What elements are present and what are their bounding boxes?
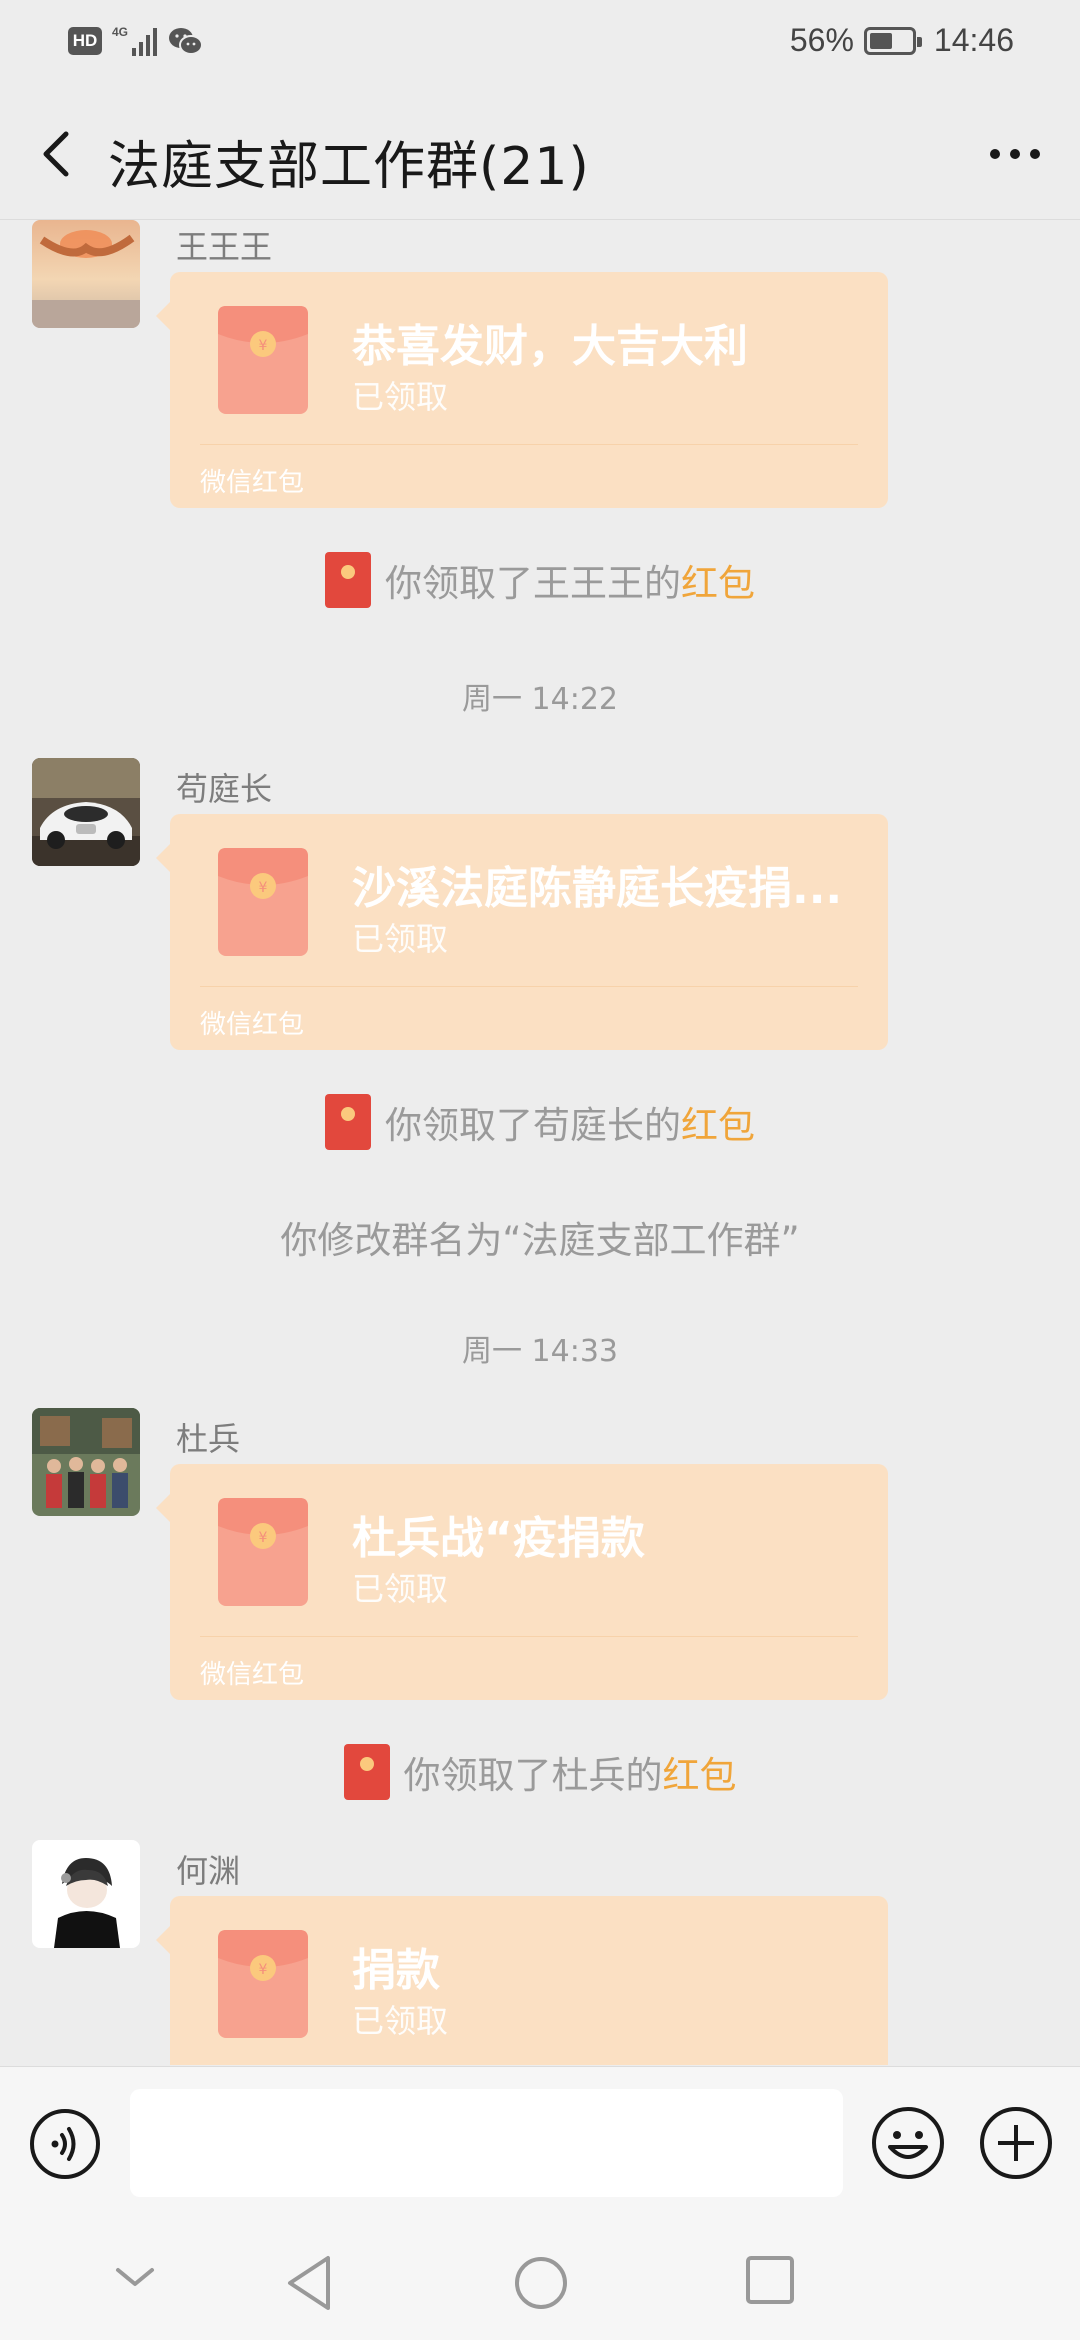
red-packet[interactable]: ¥ 沙溪法庭陈静庭长疫捐... 已领取 微信红包: [156, 814, 888, 1050]
emoji-icon[interactable]: [870, 2105, 946, 2181]
avatar[interactable]: [32, 220, 140, 328]
system-message: 你领取了杜兵的 红包: [0, 1744, 1080, 1800]
packet-label: 微信红包: [200, 1660, 305, 1690]
red-envelope-icon: ¥: [218, 306, 308, 414]
voice-icon[interactable]: [28, 2107, 102, 2181]
battery-percentage: 56%: [789, 22, 854, 58]
svg-text:¥: ¥: [259, 880, 268, 896]
packet-title: 恭喜发财，大吉大利: [352, 321, 748, 372]
svg-text:¥: ¥: [259, 1962, 268, 1978]
group-photo: [32, 1408, 140, 1516]
recents-square-icon[interactable]: [744, 2254, 796, 2306]
4g-signal-icon: 4G: [112, 25, 157, 56]
hd-badge: HD: [68, 27, 102, 55]
timestamp: 周一 14:33: [462, 1334, 618, 1369]
packet-divider: [200, 444, 858, 445]
system-text: 你领取了苟庭长的: [385, 1104, 681, 1147]
packet-status: 已领取: [352, 1570, 449, 1608]
wechat-icon: [169, 28, 203, 55]
red-packet-mini-icon: [325, 552, 371, 608]
red-packet[interactable]: ¥ 捐款 已领取: [156, 1896, 888, 2065]
sender-name: 苟庭长: [176, 770, 273, 808]
packet-title: 杜兵战“疫捐款: [352, 1513, 645, 1564]
red-packet-link[interactable]: 红包: [663, 1745, 737, 1799]
battery-icon: [863, 26, 922, 55]
svg-text:4G: 4G: [112, 25, 128, 39]
message-input[interactable]: [130, 2089, 843, 2197]
home-circle-icon[interactable]: [512, 2254, 570, 2312]
white-car-photo: [32, 758, 140, 866]
system-message: 你领取了王王王的 红包: [0, 552, 1080, 608]
system-text: 你领取了杜兵的: [403, 1754, 663, 1797]
clock: 14:46: [933, 22, 1014, 58]
sender-name: 王王王: [176, 228, 273, 266]
avatar[interactable]: [32, 1408, 140, 1516]
red-packet-mini-icon: [343, 1744, 390, 1800]
chat-title: 法庭支部工作群(21): [108, 137, 590, 197]
back-triangle-icon[interactable]: [284, 2254, 334, 2312]
red-envelope-icon: ¥: [218, 1498, 308, 1606]
chat-input-bar: [0, 2066, 1080, 2226]
more-icon[interactable]: [980, 132, 1050, 176]
packet-title: 沙溪法庭陈静庭长疫捐...: [352, 863, 843, 914]
system-text: 你领取了王王王的: [385, 562, 681, 605]
packet-label: 微信红包: [200, 468, 305, 498]
packet-status: 已领取: [352, 378, 449, 416]
red-packet-mini-icon: [325, 1094, 371, 1150]
red-packet-link[interactable]: 红包: [681, 553, 755, 607]
avatar[interactable]: [32, 1840, 140, 1948]
message-list[interactable]: 王王王 ¥ 恭喜发财，大吉大利 已领取 微信红包 你领取了王王王的 红包 周一 …: [0, 220, 1080, 2065]
system-message: 你领取了苟庭长的 红包: [0, 1094, 1080, 1150]
cartoon-boy-avatar: [32, 1840, 140, 1948]
status-left-icons: HD 4G: [68, 24, 204, 58]
red-envelope-icon: ¥: [218, 1930, 308, 2038]
avatar[interactable]: [32, 758, 140, 866]
group-name-notice: 你修改群名为“法庭支部工作群”: [280, 1219, 800, 1262]
status-bar: HD 4G 56% 14:46: [0, 0, 1080, 88]
packet-label: 微信红包: [200, 1010, 305, 1040]
back-arrow-icon[interactable]: [28, 124, 88, 184]
packet-status: 已领取: [352, 2002, 449, 2040]
timestamp: 周一 14:22: [462, 682, 618, 717]
android-navigation-bar: [0, 2226, 1080, 2340]
packet-title: 捐款: [352, 1945, 440, 1996]
sunset-hands-photo: [32, 220, 140, 328]
packet-status: 已领取: [352, 920, 449, 958]
chevron-down-icon[interactable]: [112, 2254, 158, 2300]
sender-name: 何渊: [176, 1852, 241, 1890]
red-envelope-icon: ¥: [218, 848, 308, 956]
chat-header: 法庭支部工作群(21): [0, 88, 1080, 220]
packet-divider: [200, 986, 858, 987]
red-packet-link[interactable]: 红包: [681, 1095, 755, 1149]
svg-text:¥: ¥: [259, 1530, 268, 1546]
plus-icon[interactable]: [978, 2105, 1054, 2181]
packet-divider: [200, 1636, 858, 1637]
svg-text:¥: ¥: [259, 338, 268, 354]
red-packet[interactable]: ¥ 杜兵战“疫捐款 已领取 微信红包: [156, 1464, 888, 1700]
battery-fill: [869, 32, 893, 49]
sender-name: 杜兵: [176, 1420, 241, 1458]
status-right: 56% 14:46: [790, 22, 1014, 59]
red-packet[interactable]: ¥ 恭喜发财，大吉大利 已领取 微信红包: [156, 272, 888, 508]
